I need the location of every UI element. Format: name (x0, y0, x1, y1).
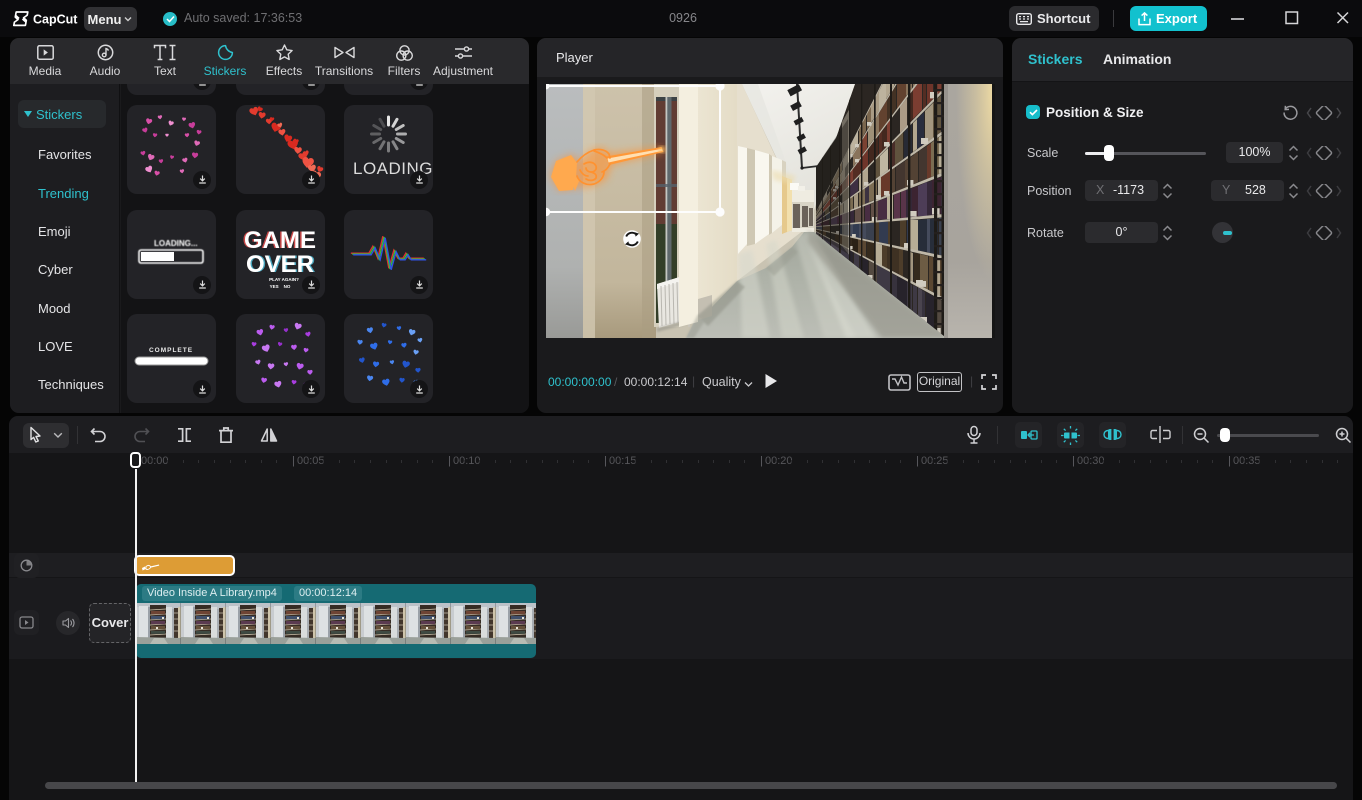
svg-text:OVER: OVER (246, 251, 314, 278)
svg-text:CapCut: CapCut (33, 13, 78, 27)
svg-text:YES NO: YES NO (270, 284, 291, 289)
svg-text:LOADING...: LOADING... (154, 239, 198, 248)
svg-text:PLAY AGAIN?: PLAY AGAIN? (269, 277, 299, 282)
svg-text:GAME: GAME (244, 227, 316, 254)
svg-text:COMPLETE: COMPLETE (149, 347, 193, 354)
